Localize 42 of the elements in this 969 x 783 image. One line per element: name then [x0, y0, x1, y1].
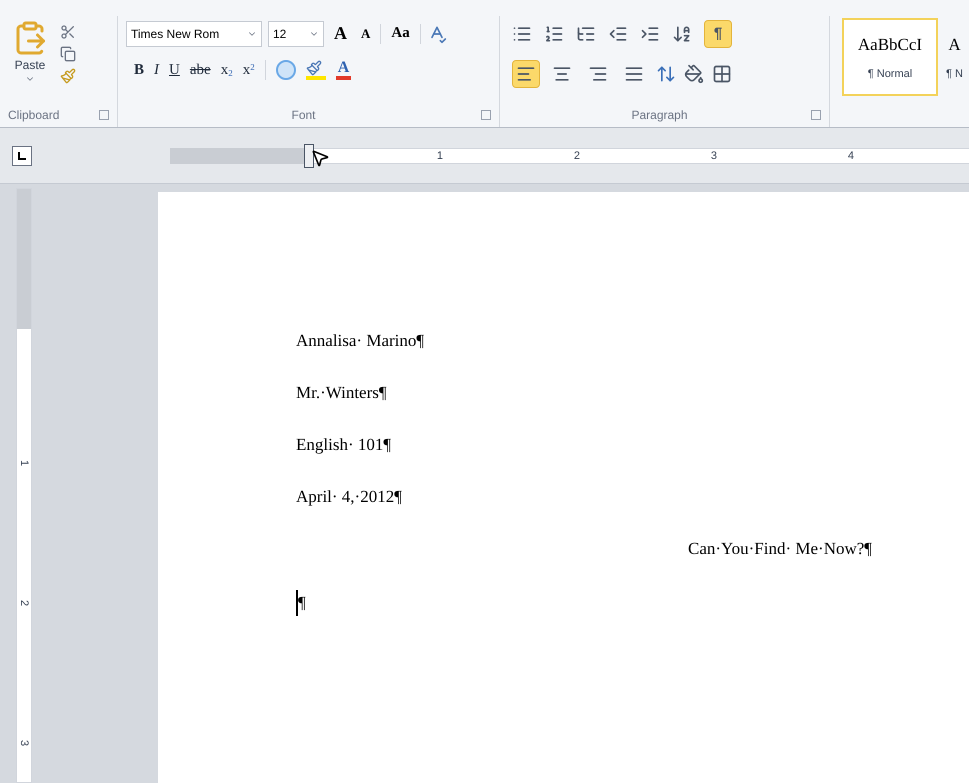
ruler-number: 3	[18, 740, 30, 746]
format-button[interactable]: B	[134, 59, 144, 82]
document-paragraph: Can·You·Find· Me·Now?¶	[688, 538, 872, 560]
style-gallery-item[interactable]: A ¶ N	[942, 18, 967, 96]
format-button[interactable]: U	[169, 59, 180, 82]
document-paragraph: Mr.·Winters¶	[296, 382, 387, 404]
ruler-number: 3	[710, 148, 717, 162]
document-paragraph: April· 4,·2012¶	[296, 486, 402, 508]
font-size-field[interactable]: 12	[268, 20, 324, 46]
group-label: Font	[291, 107, 316, 124]
format-button[interactable]: abe	[190, 59, 211, 82]
sort-icon[interactable]	[672, 24, 692, 44]
font-color-button[interactable]: A	[336, 60, 352, 80]
change-case-button[interactable]: Aa	[387, 22, 414, 45]
shrink-font-button[interactable]: A	[357, 24, 374, 44]
ruler-number: 4	[848, 148, 854, 162]
document-paragraph: English· 101¶	[296, 434, 392, 456]
borders-icon[interactable]	[712, 64, 732, 84]
highlighter-icon[interactable]	[306, 60, 326, 80]
grow-font-button[interactable]: A	[330, 20, 351, 47]
document-paragraph: ¶	[298, 592, 306, 614]
indent-marker-icon[interactable]	[304, 144, 314, 168]
paste-button[interactable]: Paste	[12, 20, 48, 103]
document-paragraph: Annalisa· Marino¶	[296, 330, 424, 352]
font-name-field[interactable]: Times New Rom	[126, 20, 262, 46]
group-label: Clipboard	[8, 107, 60, 124]
ruler-number: 2	[574, 148, 580, 162]
ruler-number: 1	[436, 148, 443, 162]
group-label: Paragraph	[631, 107, 688, 124]
copy-icon[interactable]	[60, 46, 76, 62]
format-button[interactable]: x$_{2}$	[220, 59, 233, 82]
numbering-icon[interactable]	[544, 24, 564, 44]
show-marks-button[interactable]: ¶	[704, 20, 732, 48]
format-button[interactable]: I	[154, 59, 160, 82]
format-button[interactable]: x$^{2}$	[242, 59, 255, 82]
line-spacing-icon[interactable]	[656, 64, 676, 84]
tab-selector-icon[interactable]	[12, 146, 32, 166]
style-gallery-item[interactable]: AaBbCcI ¶ Normal	[842, 18, 938, 96]
ruler-number: 2	[18, 600, 30, 606]
cut-icon[interactable]	[60, 24, 76, 40]
ruler-number: 1	[18, 460, 30, 466]
align-button[interactable]	[512, 60, 540, 88]
